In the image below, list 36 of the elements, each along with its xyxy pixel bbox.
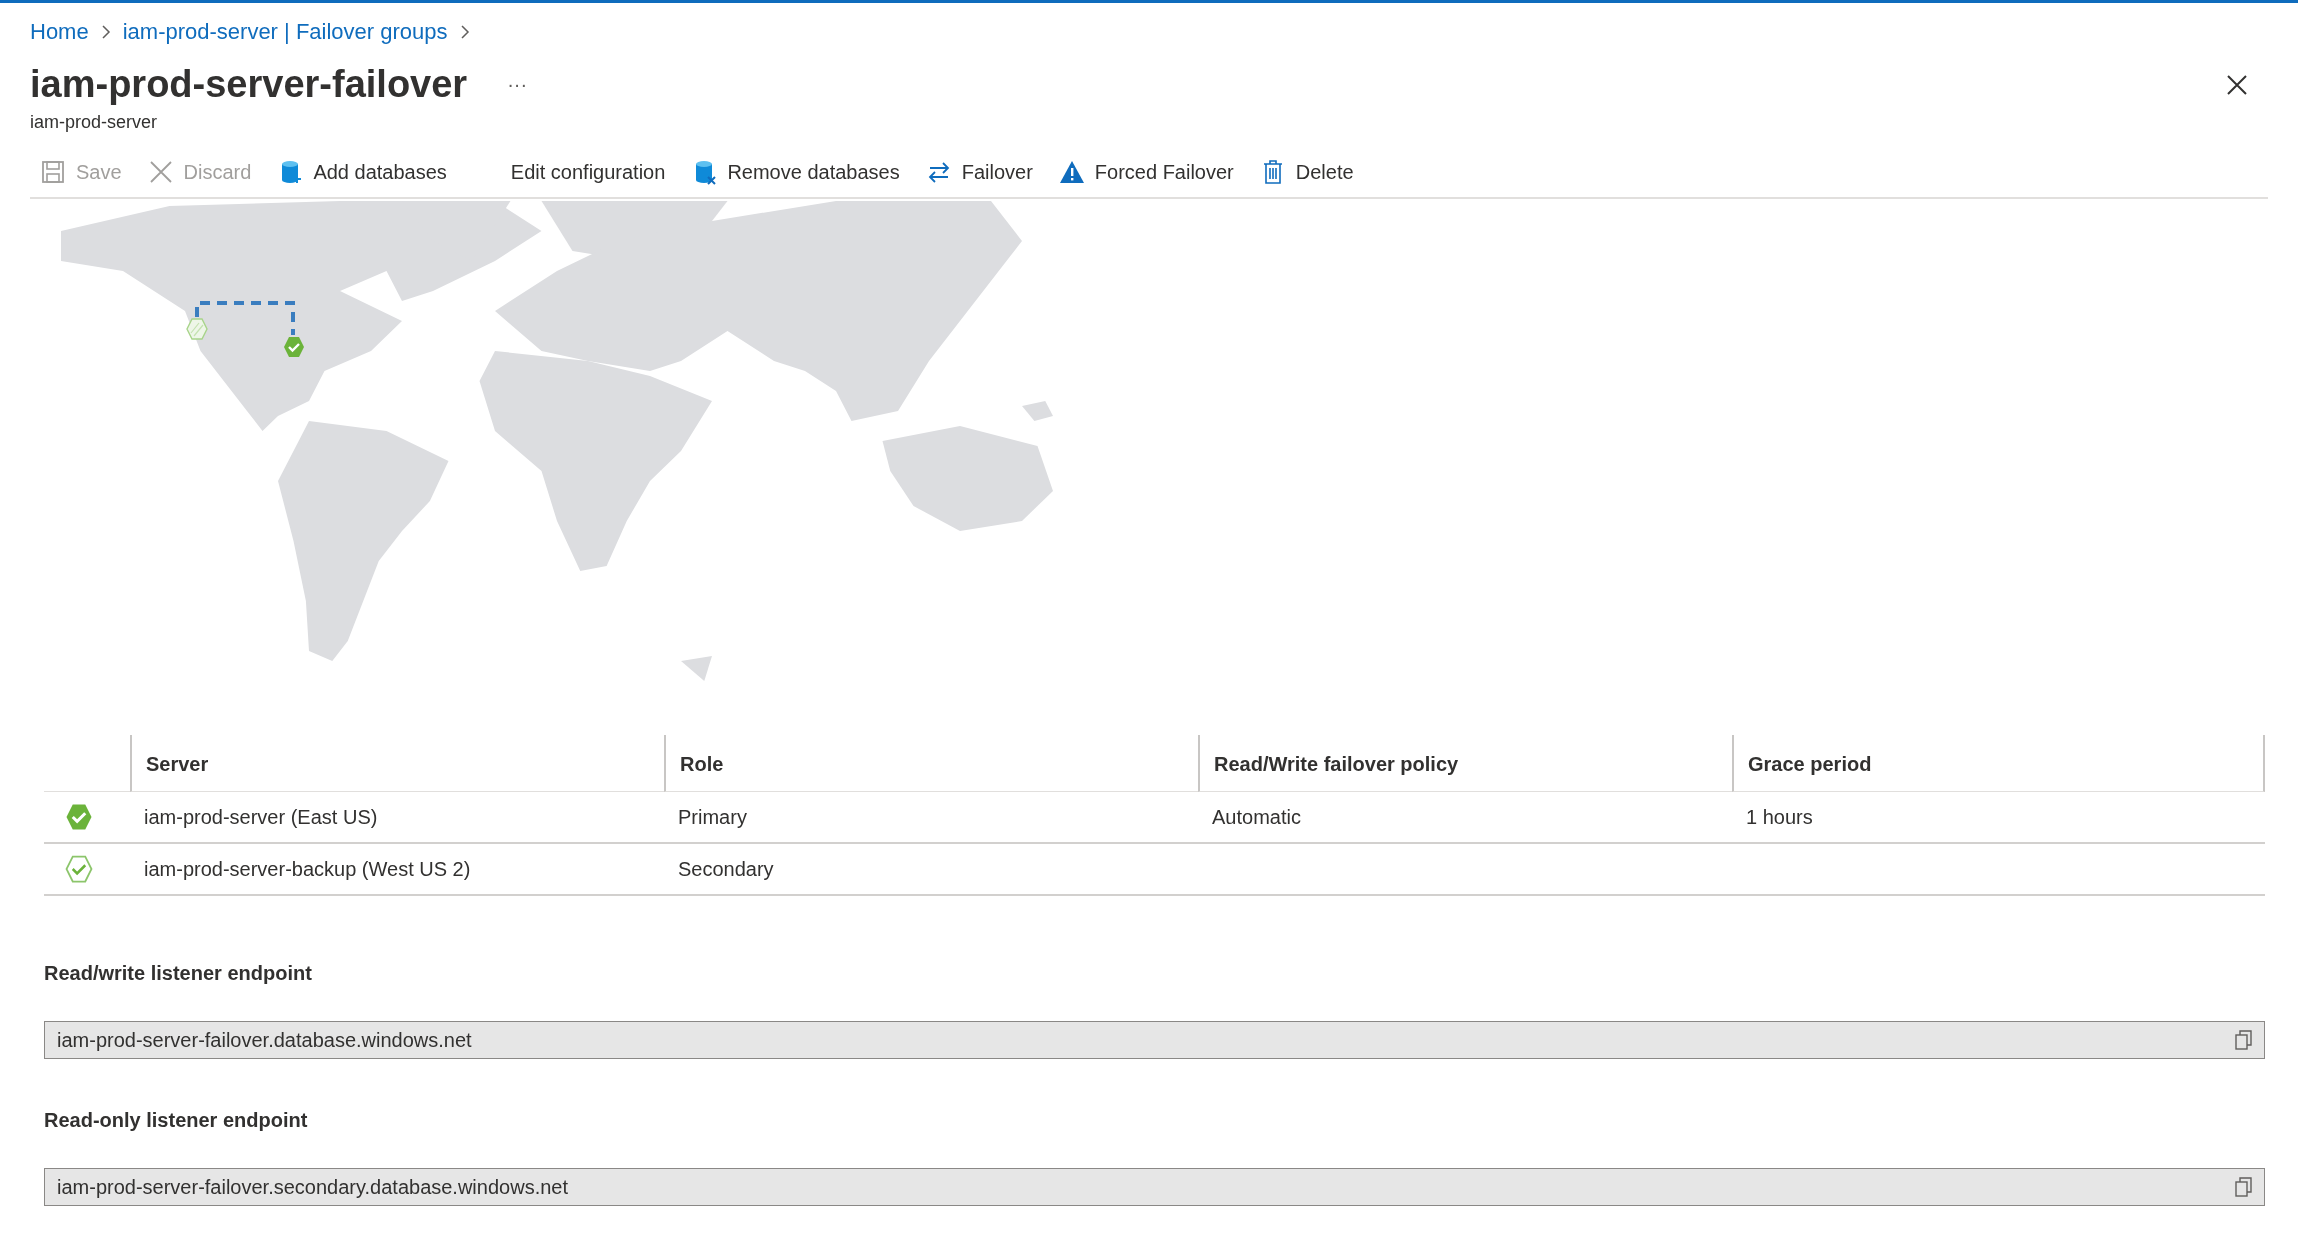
page-subtitle: iam-prod-server	[30, 112, 159, 133]
toolbar-button[interactable]: Forced Failover	[1058, 159, 1234, 185]
table-cell: iam-prod-server-backup (West US 2)	[144, 858, 471, 880]
toolbar-button[interactable]: Delete	[1259, 159, 1354, 185]
breadcrumb-link[interactable]: iam-prod-server | Failover groups	[122, 19, 448, 45]
toolbar-button[interactable]: Add databases	[277, 159, 447, 185]
page-title: iam-prod-server-failover	[30, 63, 468, 106]
column-header: Role	[664, 735, 1198, 792]
column-header: Grace period	[1732, 735, 2265, 792]
section-label: Read-only listener endpoint	[44, 1109, 309, 1132]
chevron-icon	[459, 25, 470, 39]
table-cell: Secondary	[678, 858, 774, 880]
copy-button[interactable]	[2233, 1176, 2255, 1198]
copy-icon	[2233, 1029, 2255, 1051]
toolbar-button[interactable]: Failover	[925, 159, 1033, 185]
copy-button[interactable]	[2233, 1029, 2255, 1051]
breadcrumb-link[interactable]: Home	[30, 19, 89, 45]
close-button[interactable]	[2226, 73, 2248, 96]
copy-icon	[2233, 1176, 2255, 1198]
column-header: Read/Write failover policy	[1198, 735, 1732, 792]
endpoint-field[interactable]: iam-prod-server-failover.secondary.database.windows.net	[44, 1168, 2265, 1206]
close-icon	[147, 159, 174, 185]
toolbar-button[interactable]: Remove databases	[691, 159, 900, 185]
close-icon	[2226, 73, 2248, 96]
warning-icon	[1058, 159, 1085, 185]
endpoint-field[interactable]: iam-prod-server-failover.database.windows.net	[44, 1021, 2265, 1059]
toolbar-button[interactable]: Edit configuration	[510, 160, 666, 184]
table-cell: 1 hours	[1746, 806, 1813, 828]
column-header: Server	[130, 735, 664, 792]
section-label: Read/write listener endpoint	[44, 962, 313, 985]
table-cell: Automatic	[1212, 806, 1301, 828]
save-icon	[40, 159, 66, 185]
table-cell: iam-prod-server (East US)	[144, 806, 378, 828]
more-button[interactable]: ···	[507, 73, 528, 96]
table-cell: Primary	[678, 806, 747, 828]
chevron-icon	[100, 25, 111, 39]
